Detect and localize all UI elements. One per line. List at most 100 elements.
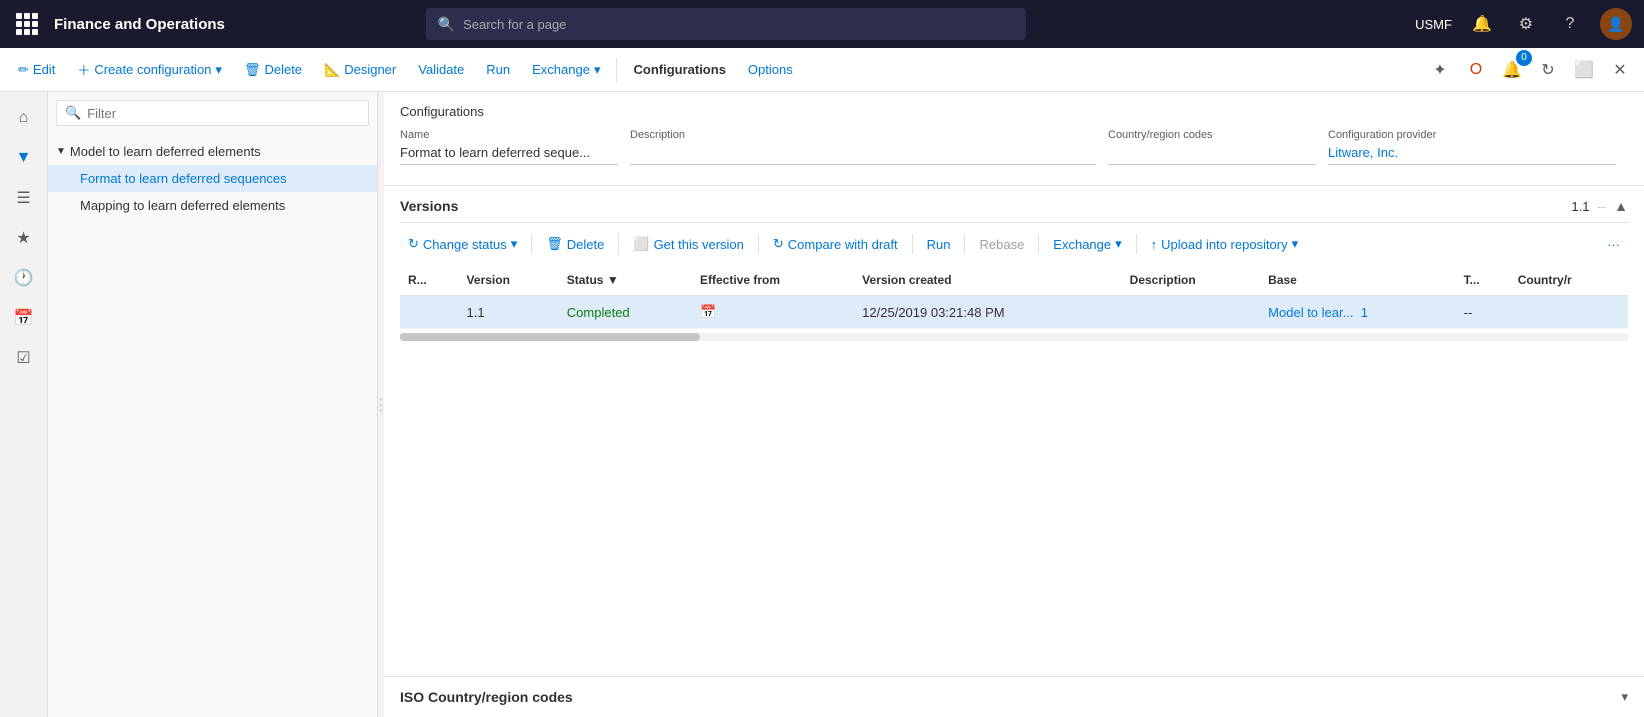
office-icon[interactable]: O [1460, 54, 1492, 86]
tree-parent-label: Model to learn deferred elements [70, 144, 261, 159]
notification-bell[interactable]: 🔔 [1468, 10, 1496, 38]
base-num-link[interactable]: 1 [1361, 305, 1368, 320]
horizontal-scrollbar[interactable] [400, 333, 1628, 341]
refresh-icon[interactable]: ↻ [1532, 54, 1564, 86]
tree-filter-input[interactable] [87, 106, 360, 121]
compare-draft-button[interactable]: ↻ Compare with draft [765, 231, 906, 257]
versions-delete-button[interactable]: 🗑 Delete [538, 231, 612, 257]
notification-badge: 0 [1516, 50, 1532, 66]
collapse-button[interactable]: ▲ [1614, 198, 1628, 214]
sidebar-icons: ⌂ ▼ ☰ ★ 🕐 📅 ☑ [0, 92, 48, 717]
favorites-icon[interactable]: ✦ [1424, 54, 1456, 86]
options-tab[interactable]: Options [738, 56, 803, 83]
tree-parent-item[interactable]: ▼ Model to learn deferred elements [48, 138, 377, 165]
edit-button[interactable]: ✏ Edit [8, 56, 65, 84]
maximize-icon[interactable]: ⬜ [1568, 54, 1600, 86]
versions-table-container: R... Version Status ▼ Effective from Ver… [400, 265, 1628, 329]
table-row[interactable]: 1.1 Completed 📅 12/25/2019 03:21:48 PM M… [400, 296, 1628, 329]
country-value [1108, 145, 1316, 165]
versions-section: Versions 1.1 -- ▲ ↻ Change status ▾ 🗑 De… [384, 186, 1644, 676]
designer-icon: 📐 [324, 62, 340, 78]
versions-title: Versions [400, 198, 458, 214]
cell-base: Model to lear... 1 [1260, 296, 1455, 329]
config-fields: Name Format to learn deferred seque... D… [400, 129, 1628, 173]
cell-country [1510, 296, 1628, 329]
configurations-header: Configurations Name Format to learn defe… [384, 92, 1644, 186]
calendar-cell-icon[interactable]: 📅 [700, 304, 716, 319]
ver-separator-7 [1136, 234, 1137, 254]
app-title: Finance and Operations [54, 16, 225, 33]
status-completed: Completed [567, 305, 630, 320]
ver-separator-2 [618, 234, 619, 254]
create-configuration-button[interactable]: ＋ Create configuration ▾ [67, 54, 232, 85]
search-bar[interactable]: 🔍 [426, 8, 1026, 40]
designer-button[interactable]: 📐 Designer [314, 56, 406, 84]
resize-handle[interactable] [378, 92, 384, 717]
versions-exchange-button[interactable]: Exchange ▾ [1045, 231, 1129, 257]
validate-button[interactable]: Validate [408, 56, 474, 83]
col-country: Country/r [1510, 265, 1628, 296]
close-icon[interactable]: ✕ [1604, 54, 1636, 86]
waffle-menu[interactable] [12, 9, 42, 39]
provider-value: Litware, Inc. [1328, 145, 1616, 165]
create-chevron-icon: ▾ [215, 62, 222, 78]
configurations-tab[interactable]: Configurations [623, 56, 735, 83]
col-version: Version [459, 265, 559, 296]
filter-icon[interactable]: ▼ [6, 140, 42, 176]
cell-version: 1.1 [459, 296, 559, 329]
filter-search-icon: 🔍 [65, 105, 81, 121]
username: USMF [1415, 17, 1452, 32]
cell-version-created: 12/25/2019 03:21:48 PM [854, 296, 1122, 329]
settings-icon[interactable]: ⚙ [1512, 10, 1540, 38]
exchange-drop-icon: ▾ [1115, 236, 1122, 252]
scrollbar-thumb[interactable] [400, 333, 700, 341]
tree-item-0[interactable]: Format to learn deferred sequences [48, 165, 377, 192]
star-icon[interactable]: ★ [6, 220, 42, 256]
top-navigation: Finance and Operations 🔍 USMF 🔔 ⚙ ? 👤 [0, 0, 1644, 48]
delete-button[interactable]: 🗑 Delete [234, 56, 312, 84]
upload-chevron-icon: ▾ [1292, 236, 1299, 252]
get-version-icon: ⬜ [633, 236, 649, 252]
cell-description [1122, 296, 1261, 329]
name-label: Name [400, 129, 618, 141]
versions-run-button[interactable]: Run [919, 232, 959, 257]
exchange-button[interactable]: Exchange ▾ [522, 56, 610, 84]
versions-table: R... Version Status ▼ Effective from Ver… [400, 265, 1628, 329]
search-icon: 🔍 [438, 16, 455, 33]
avatar[interactable]: 👤 [1600, 8, 1632, 40]
upload-icon: ↑ [1151, 237, 1158, 252]
base-link[interactable]: Model to lear... [1268, 305, 1353, 320]
col-t: T... [1456, 265, 1510, 296]
iso-collapse-icon: ▾ [1621, 689, 1628, 705]
versions-delete-icon: 🗑 [546, 236, 563, 252]
versions-table-header-row: R... Version Status ▼ Effective from Ver… [400, 265, 1628, 296]
delete-icon: 🗑 [244, 62, 261, 78]
configurations-section-title: Configurations [400, 104, 1628, 119]
cmd-divider [616, 58, 617, 82]
content-area: Configurations Name Format to learn defe… [384, 92, 1644, 717]
change-status-button[interactable]: ↻ Change status ▾ [400, 231, 525, 257]
status-filter-icon[interactable]: ▼ [607, 273, 619, 287]
help-icon[interactable]: ? [1556, 10, 1584, 38]
iso-title: ISO Country/region codes [400, 689, 573, 705]
country-label: Country/region codes [1108, 129, 1316, 141]
tree-arrow-icon: ▼ [56, 146, 66, 157]
more-options-button[interactable]: ··· [1599, 232, 1628, 257]
home-icon[interactable]: ⌂ [6, 100, 42, 136]
run-button[interactable]: Run [476, 56, 520, 83]
iso-section[interactable]: ISO Country/region codes ▾ [384, 676, 1644, 717]
clock-icon[interactable]: 🕐 [6, 260, 42, 296]
rebase-button[interactable]: Rebase [971, 232, 1032, 257]
command-bar: ✏ Edit ＋ Create configuration ▾ 🗑 Delete… [0, 48, 1644, 92]
list-icon[interactable]: ☰ [6, 180, 42, 216]
tree-item-1[interactable]: Mapping to learn deferred elements [48, 192, 377, 219]
provider-label: Configuration provider [1328, 129, 1616, 141]
cell-effective-from: 📅 [692, 296, 854, 329]
tasks-icon[interactable]: ☑ [6, 340, 42, 376]
tree-filter[interactable]: 🔍 [56, 100, 369, 126]
upload-repository-button[interactable]: ↑ Upload into repository ▾ [1143, 231, 1307, 257]
search-input[interactable] [463, 17, 1014, 32]
col-version-created: Version created [854, 265, 1122, 296]
calendar-icon[interactable]: 📅 [6, 300, 42, 336]
get-version-button[interactable]: ⬜ Get this version [625, 231, 752, 257]
